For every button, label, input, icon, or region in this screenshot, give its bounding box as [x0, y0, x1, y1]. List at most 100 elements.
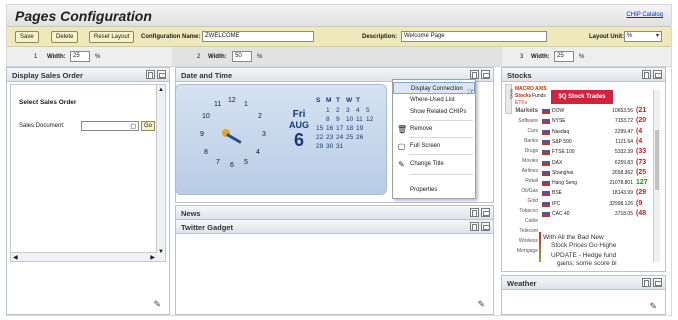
calendar-day[interactable]: 10: [346, 116, 353, 123]
index-name[interactable]: IPC: [552, 201, 560, 207]
calendar-day[interactable]: 16: [326, 125, 333, 132]
calendar-day[interactable]: 2: [336, 107, 340, 114]
value-help-icon[interactable]: ◻: [130, 122, 136, 130]
sector-item[interactable]: Telecom: [519, 228, 538, 234]
news-item[interactable]: UPDATE - Hedge fund: [551, 252, 616, 259]
layout-unit-select[interactable]: %: [624, 31, 662, 42]
menu-item-where-used[interactable]: Where-Used List: [393, 94, 475, 106]
close-tab[interactable]: Close: [505, 84, 514, 114]
calendar-day[interactable]: 15: [316, 125, 323, 132]
tab-funds[interactable]: Funds: [532, 93, 546, 99]
calendar-day[interactable]: 8: [326, 116, 330, 123]
calendar-day[interactable]: 9: [336, 116, 340, 123]
sector-item[interactable]: Cars: [527, 128, 538, 134]
menu-item-remove[interactable]: Remove: [393, 123, 475, 135]
sector-item[interactable]: Software: [518, 118, 538, 124]
news-item[interactable]: Stock Prices Go Highe: [551, 242, 616, 249]
index-name[interactable]: Shanghai: [552, 170, 573, 176]
minimize-icon[interactable]: [157, 70, 166, 79]
index-name[interactable]: S&P 500: [552, 139, 572, 145]
calendar-day[interactable]: 24: [336, 134, 343, 141]
sales-document-field[interactable]: ◻: [81, 121, 139, 131]
maximize-icon[interactable]: [470, 208, 479, 217]
config-name-field[interactable]: ZWELCOME: [202, 31, 314, 42]
scroll-thumb[interactable]: [655, 130, 659, 190]
index-name[interactable]: Nasdaq: [552, 129, 569, 135]
maximize-icon[interactable]: [146, 70, 155, 79]
stock-trades-banner[interactable]: $Q Stock Trades: [551, 90, 613, 104]
sector-item[interactable]: Banks: [524, 138, 538, 144]
calendar-day[interactable]: 12: [366, 116, 373, 123]
calendar-day[interactable]: 26: [356, 134, 363, 141]
menu-item-properties[interactable]: Properties: [393, 184, 475, 196]
news-item[interactable]: With All the Bad New: [543, 234, 604, 241]
calendar-day[interactable]: 11: [356, 116, 363, 123]
sector-item[interactable]: Mortgage: [517, 248, 538, 254]
calendar-day[interactable]: 31: [336, 143, 343, 150]
scroll-right-icon[interactable]: ▶: [150, 254, 155, 261]
minimize-icon[interactable]: [481, 222, 490, 231]
maximize-icon[interactable]: [470, 70, 479, 79]
width-input[interactable]: 25: [70, 51, 90, 62]
reset-layout-button[interactable]: Reset Layout: [89, 31, 135, 43]
tab-stocks[interactable]: Stocks: [515, 93, 531, 99]
description-field[interactable]: Welcome Page: [401, 31, 547, 42]
index-name[interactable]: DAX: [552, 160, 562, 166]
scroll-left-icon[interactable]: ◀: [13, 254, 18, 261]
sector-item[interactable]: Gold: [527, 198, 538, 204]
sector-item[interactable]: Wireless: [519, 238, 538, 244]
edit-pencil-icon[interactable]: ✎: [649, 301, 657, 312]
index-name[interactable]: DOW: [552, 108, 564, 114]
minimize-icon[interactable]: [653, 70, 662, 79]
menu-item-change-title[interactable]: Change Title: [393, 158, 475, 170]
menu-item-display-connection[interactable]: Display Connection: [393, 82, 475, 94]
calendar-day[interactable]: 18: [346, 125, 353, 132]
menu-item-related-chips[interactable]: Show Related CHIPs: [393, 106, 475, 118]
menu-item-full-screen[interactable]: Full Screen: [393, 140, 475, 152]
chip-catalog-link[interactable]: CHIP Catalog: [626, 12, 663, 18]
save-button[interactable]: Save: [15, 31, 39, 43]
sector-item[interactable]: Movies: [522, 158, 538, 164]
calendar-day[interactable]: 30: [326, 143, 333, 150]
calendar-day[interactable]: 4: [356, 107, 360, 114]
minimize-icon[interactable]: [481, 70, 490, 79]
tab-etfs[interactable]: ETFs: [515, 100, 527, 106]
sector-item[interactable]: Airlines: [522, 168, 538, 174]
index-name[interactable]: NYSE: [552, 118, 566, 124]
calendar-day[interactable]: 22: [316, 134, 323, 141]
width-input[interactable]: 25: [554, 51, 574, 62]
width-input[interactable]: 50: [232, 51, 252, 62]
calendar-day[interactable]: 3: [346, 107, 350, 114]
horizontal-scrollbar[interactable]: ◀ ▶: [11, 252, 157, 261]
scroll-down-icon[interactable]: ▼: [158, 249, 164, 255]
scroll-up-icon[interactable]: ▲: [158, 87, 164, 93]
calendar-day[interactable]: 29: [316, 143, 323, 150]
edit-pencil-icon[interactable]: ✎: [153, 299, 161, 310]
calendar-day[interactable]: 5: [366, 107, 370, 114]
index-name[interactable]: CAC 40: [552, 211, 570, 217]
maximize-icon[interactable]: [642, 278, 651, 287]
sector-item[interactable]: Markets: [515, 108, 538, 114]
sector-item[interactable]: Oil/Gas: [521, 188, 538, 194]
maximize-icon[interactable]: [470, 222, 479, 231]
vertical-scrollbar[interactable]: ▲ ▼: [156, 85, 165, 261]
sector-item[interactable]: Retail: [525, 178, 538, 184]
news-item[interactable]: gains; some score bi: [557, 260, 617, 267]
edit-pencil-icon[interactable]: ✎: [477, 299, 485, 310]
calendar-day[interactable]: 1: [326, 107, 330, 114]
minimize-icon[interactable]: [481, 208, 490, 217]
index-name[interactable]: BSE: [552, 190, 562, 196]
sector-item[interactable]: Cable: [525, 218, 538, 224]
maximize-icon[interactable]: [642, 70, 651, 79]
sector-item[interactable]: Tobacco: [519, 208, 538, 214]
sector-item[interactable]: Drugs: [525, 148, 538, 154]
calendar-day[interactable]: 17: [336, 125, 343, 132]
delete-button[interactable]: Delete: [51, 31, 79, 43]
stock-scrollbar[interactable]: [653, 90, 660, 262]
index-name[interactable]: FTSE 100: [552, 149, 575, 155]
minimize-icon[interactable]: [653, 278, 662, 287]
index-name[interactable]: Hang Seng: [552, 180, 577, 186]
go-button[interactable]: Go: [141, 121, 155, 131]
calendar-day[interactable]: 19: [356, 125, 363, 132]
calendar-day[interactable]: 25: [346, 134, 353, 141]
